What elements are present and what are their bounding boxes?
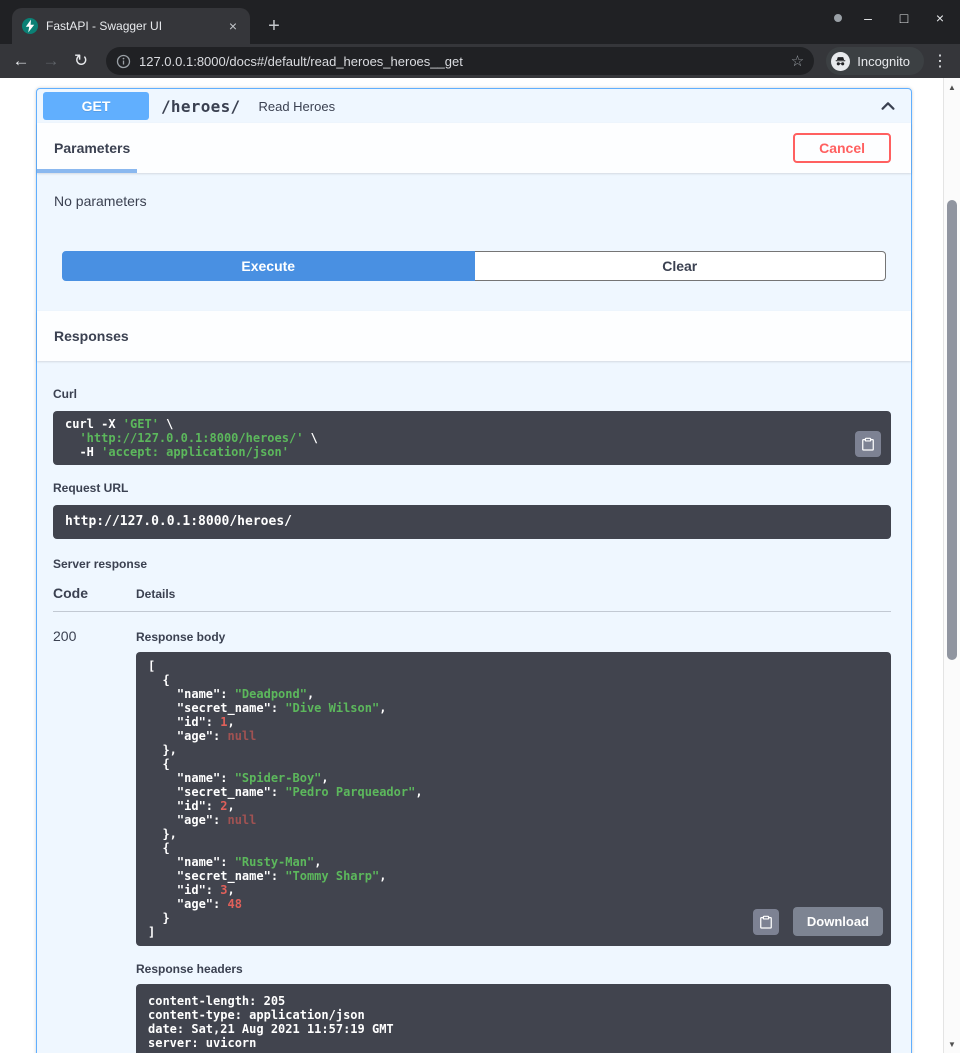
- browser-menu-icon[interactable]: ⋮: [928, 51, 952, 71]
- status-code: 200: [53, 628, 136, 1053]
- swagger-page: GET /heroes/ Read Heroes Parameters Canc…: [0, 78, 960, 1053]
- fastapi-favicon-icon: [22, 18, 38, 34]
- responses-body: Curl curl -X 'GET' \ 'http://127.0.0.1:8…: [37, 361, 911, 1053]
- cancel-button[interactable]: Cancel: [793, 133, 891, 163]
- copy-curl-button[interactable]: [855, 431, 881, 457]
- code-column-header: Code: [53, 585, 136, 601]
- request-url-label: Request URL: [53, 481, 891, 495]
- execute-wrapper: Execute Clear: [62, 251, 886, 281]
- response-row: 200 Response body [ { "name": "Deadpond"…: [53, 612, 891, 1053]
- request-url-block: http://127.0.0.1:8000/heroes/: [53, 505, 891, 539]
- parameters-header: Parameters Cancel: [37, 123, 911, 173]
- server-response-label: Server response: [53, 557, 891, 571]
- response-headers-text: content-length: 205 content-type: applic…: [148, 994, 879, 1050]
- response-table-header: Code Details: [53, 571, 891, 612]
- responses-header: Responses: [37, 311, 911, 361]
- curl-label: Curl: [53, 387, 891, 401]
- site-info-icon[interactable]: [116, 54, 131, 69]
- response-body-label: Response body: [136, 630, 891, 644]
- url-text: 127.0.0.1:8000/docs#/default/read_heroes…: [139, 54, 783, 69]
- response-body-block: [ { "name": "Deadpond", "secret_name": "…: [136, 652, 891, 946]
- incognito-icon: [831, 52, 850, 71]
- parameters-title: Parameters: [54, 140, 130, 156]
- bookmark-star-icon[interactable]: ☆: [791, 52, 804, 70]
- opblock-summary[interactable]: GET /heroes/ Read Heroes: [37, 89, 911, 123]
- url-bar[interactable]: 127.0.0.1:8000/docs#/default/read_heroes…: [106, 47, 814, 75]
- endpoint-summary: Read Heroes: [258, 99, 335, 114]
- response-headers-label: Response headers: [136, 962, 891, 976]
- maximize-button[interactable]: □: [894, 10, 914, 26]
- back-icon[interactable]: ←: [8, 48, 34, 74]
- browser-titlebar: FastAPI - Swagger UI × + – □ ×: [0, 0, 960, 44]
- scrollbar-thumb[interactable]: [947, 200, 957, 660]
- parameters-tab-underline: [37, 169, 137, 173]
- execute-button[interactable]: Execute: [62, 251, 475, 281]
- responses-title: Responses: [54, 328, 129, 344]
- tab-search-icon[interactable]: [834, 14, 842, 22]
- browser-navbar: ← → ↻ 127.0.0.1:8000/docs#/default/read_…: [0, 44, 960, 78]
- scrollbar-down-icon[interactable]: ▼: [944, 1037, 960, 1051]
- close-button[interactable]: ×: [930, 10, 950, 26]
- request-url-value: http://127.0.0.1:8000/heroes/: [65, 515, 879, 529]
- opblock-get-heroes: GET /heroes/ Read Heroes Parameters Canc…: [36, 88, 912, 1053]
- tab-title: FastAPI - Swagger UI: [46, 19, 216, 33]
- clear-button[interactable]: Clear: [475, 251, 887, 281]
- no-parameters-text: No parameters: [54, 193, 894, 209]
- response-body-json: [ { "name": "Deadpond", "secret_name": "…: [148, 659, 879, 939]
- curl-command: curl -X 'GET' \ 'http://127.0.0.1:8000/h…: [65, 417, 879, 459]
- reload-icon[interactable]: ↻: [68, 48, 94, 74]
- parameters-body: No parameters Execute Clear: [37, 173, 911, 311]
- tab-close-icon[interactable]: ×: [224, 17, 242, 35]
- collapse-chevron-icon[interactable]: [879, 97, 897, 115]
- incognito-badge: Incognito: [826, 47, 924, 75]
- download-button[interactable]: Download: [793, 907, 883, 936]
- method-badge: GET: [43, 92, 149, 120]
- forward-icon[interactable]: →: [38, 48, 64, 74]
- endpoint-path: /heroes/: [161, 97, 240, 116]
- copy-response-button[interactable]: [753, 909, 779, 935]
- scrollbar-up-icon[interactable]: ▲: [944, 80, 960, 94]
- page-scrollbar[interactable]: ▲ ▼: [943, 78, 960, 1053]
- minimize-button[interactable]: –: [858, 10, 878, 26]
- details-column-header: Details: [136, 587, 891, 601]
- incognito-label: Incognito: [857, 54, 910, 69]
- curl-code-block: curl -X 'GET' \ 'http://127.0.0.1:8000/h…: [53, 411, 891, 465]
- response-headers-block: content-length: 205 content-type: applic…: [136, 984, 891, 1053]
- browser-tab[interactable]: FastAPI - Swagger UI ×: [12, 8, 250, 44]
- new-tab-button[interactable]: +: [260, 12, 288, 40]
